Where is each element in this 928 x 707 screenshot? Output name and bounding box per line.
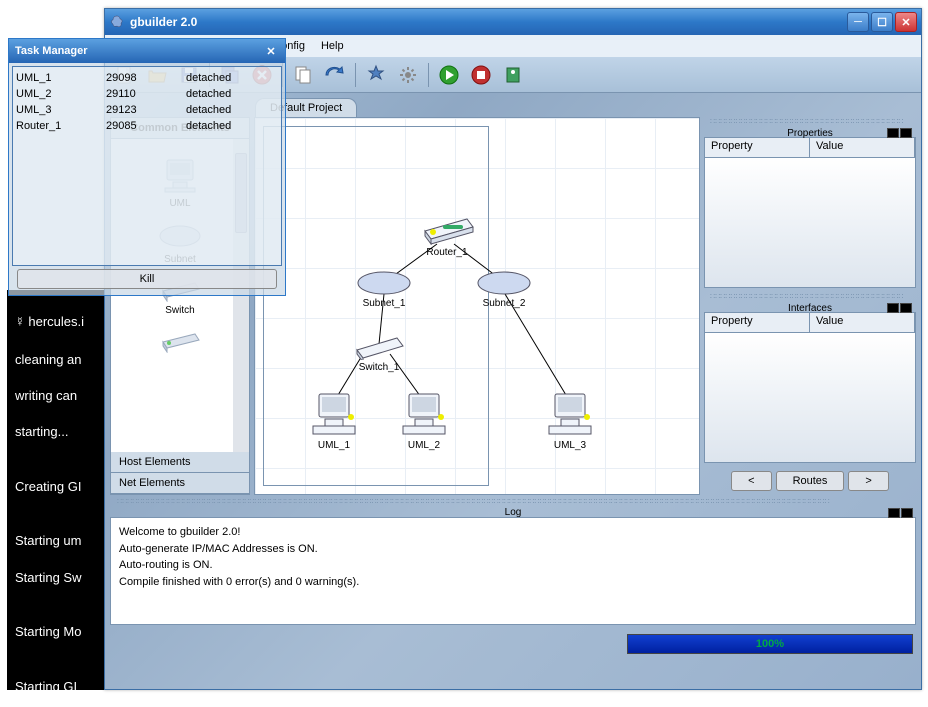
log-line: Compile finished with 0 error(s) and 0 w…	[119, 574, 907, 591]
interfaces-title: Interfaces	[773, 303, 847, 314]
node-uml2[interactable]: UML_2	[395, 390, 453, 451]
interfaces-col-value: Value	[810, 313, 915, 332]
node-label: UML_3	[541, 440, 599, 451]
log-grip[interactable]: ∷∷∷∷∷∷∷∷∷∷∷∷∷∷∷∷∷∷∷∷∷∷∷∷∷∷∷∷∷∷∷∷∷∷∷∷∷∷∷∷…	[111, 497, 915, 507]
app-icon	[109, 14, 125, 30]
sidebar-item-router[interactable]	[115, 328, 245, 356]
tm-pid: 29085	[106, 120, 186, 136]
properties-title: Properties	[772, 128, 848, 139]
server-button[interactable]	[498, 60, 528, 90]
node-label: Subnet_1	[356, 298, 412, 309]
node-label: UML_1	[305, 440, 363, 451]
status-bar: 100%	[105, 630, 921, 658]
tm-pid: 29123	[106, 104, 186, 120]
autogen-button[interactable]	[320, 60, 350, 90]
node-switch[interactable]: Switch_1	[349, 332, 409, 373]
tm-pid: 29098	[106, 72, 186, 88]
titlebar[interactable]: gbuilder 2.0 ─ ☐ ✕	[105, 9, 921, 35]
properties-body[interactable]	[705, 158, 915, 287]
routes-button[interactable]: Routes	[776, 471, 845, 491]
panel-grip[interactable]: ∷∷∷∷∷∷∷∷∷∷∷∷∷∷∷∷∷∷∷∷∷∷∷∷∷∷∷∷∷∷∷∷∷∷∷∷∷∷	[704, 117, 916, 127]
tm-status: detached	[186, 120, 278, 136]
prev-button[interactable]: <	[731, 471, 771, 491]
sidebar-section-host[interactable]: Host Elements	[111, 452, 249, 473]
tm-name: UML_1	[16, 72, 106, 88]
panel-grip[interactable]: ∷∷∷∷∷∷∷∷∷∷∷∷∷∷∷∷∷∷∷∷∷∷∷∷∷∷∷∷∷∷∷∷∷∷∷∷∷∷	[704, 292, 916, 302]
task-manager-title: Task Manager	[15, 45, 88, 57]
copy-button[interactable]	[288, 60, 318, 90]
properties-col-property: Property	[705, 138, 810, 157]
properties-panel: Properties Property Value	[704, 137, 916, 288]
terminal-host: hercules.i	[28, 314, 84, 329]
table-row[interactable]: UML_1 29098 detached	[16, 72, 278, 88]
interfaces-footer: < Routes >	[704, 467, 916, 495]
settings-button[interactable]	[393, 60, 423, 90]
table-row[interactable]: Router_1 29085 detached	[16, 120, 278, 136]
tm-status: detached	[186, 88, 278, 104]
log-line: Auto-routing is ON.	[119, 557, 907, 574]
properties-col-value: Value	[810, 138, 915, 157]
log-panel: Log Welcome to gbuilder 2.0! Auto-genera…	[110, 517, 916, 625]
menu-help[interactable]: Help	[313, 37, 352, 55]
log-line: Auto-generate IP/MAC Addresses is ON.	[119, 541, 907, 558]
play-button[interactable]	[434, 60, 464, 90]
log-title: Log	[495, 507, 532, 518]
close-button[interactable]: ✕	[895, 12, 917, 32]
task-manager-close-button[interactable]: ✕	[263, 44, 279, 58]
node-label: Switch_1	[349, 362, 409, 373]
task-manager-window[interactable]: Task Manager ✕ UML_1 29098 detached UML_…	[8, 38, 286, 296]
tm-status: detached	[186, 72, 278, 88]
table-row[interactable]: UML_3 29123 detached	[16, 104, 278, 120]
tm-name: UML_2	[16, 88, 106, 104]
maximize-button[interactable]: ☐	[871, 12, 893, 32]
kill-button[interactable]: Kill	[17, 269, 277, 289]
node-uml1[interactable]: UML_1	[305, 390, 363, 451]
panel-max-button[interactable]	[887, 128, 899, 138]
interfaces-panel: Interfaces Property Value	[704, 312, 916, 463]
node-label: Subnet_2	[476, 298, 532, 309]
interfaces-body[interactable]	[705, 333, 915, 462]
node-subnet1[interactable]: Subnet_1	[356, 270, 412, 309]
table-row[interactable]: UML_2 29110 detached	[16, 88, 278, 104]
log-max-button[interactable]	[888, 508, 900, 518]
node-uml3[interactable]: UML_3	[541, 390, 599, 451]
panel-close-button[interactable]	[900, 128, 912, 138]
window-title: gbuilder 2.0	[130, 15, 847, 29]
sidebar-section-net[interactable]: Net Elements	[111, 473, 249, 494]
node-label: UML_2	[395, 440, 453, 451]
node-subnet2[interactable]: Subnet_2	[476, 270, 532, 309]
task-manager-body[interactable]: UML_1 29098 detached UML_2 29110 detache…	[12, 66, 282, 266]
progress-text: 100%	[628, 635, 912, 653]
node-router[interactable]: Router_1	[415, 211, 479, 258]
canvas[interactable]: Router_1 Subnet_1 Subnet_2 Switch_1 UML_…	[254, 117, 700, 495]
tm-name: UML_3	[16, 104, 106, 120]
panel-close-button[interactable]	[900, 303, 912, 313]
stop-button[interactable]	[466, 60, 496, 90]
compile-button[interactable]	[361, 60, 391, 90]
minimize-button[interactable]: ─	[847, 12, 869, 32]
log-body[interactable]: Welcome to gbuilder 2.0! Auto-generate I…	[110, 517, 916, 625]
sidebar-item-label: Switch	[115, 305, 245, 316]
interfaces-col-property: Property	[705, 313, 810, 332]
tm-status: detached	[186, 104, 278, 120]
node-label: Router_1	[415, 247, 479, 258]
progress-bar: 100%	[627, 634, 913, 654]
panel-max-button[interactable]	[887, 303, 899, 313]
tm-pid: 29110	[106, 88, 186, 104]
tm-name: Router_1	[16, 120, 106, 136]
log-line: Welcome to gbuilder 2.0!	[119, 524, 907, 541]
next-button[interactable]: >	[848, 471, 888, 491]
terminal-prompt-icon: ☿	[15, 314, 28, 329]
log-close-button[interactable]	[901, 508, 913, 518]
task-manager-titlebar[interactable]: Task Manager ✕	[9, 39, 285, 63]
